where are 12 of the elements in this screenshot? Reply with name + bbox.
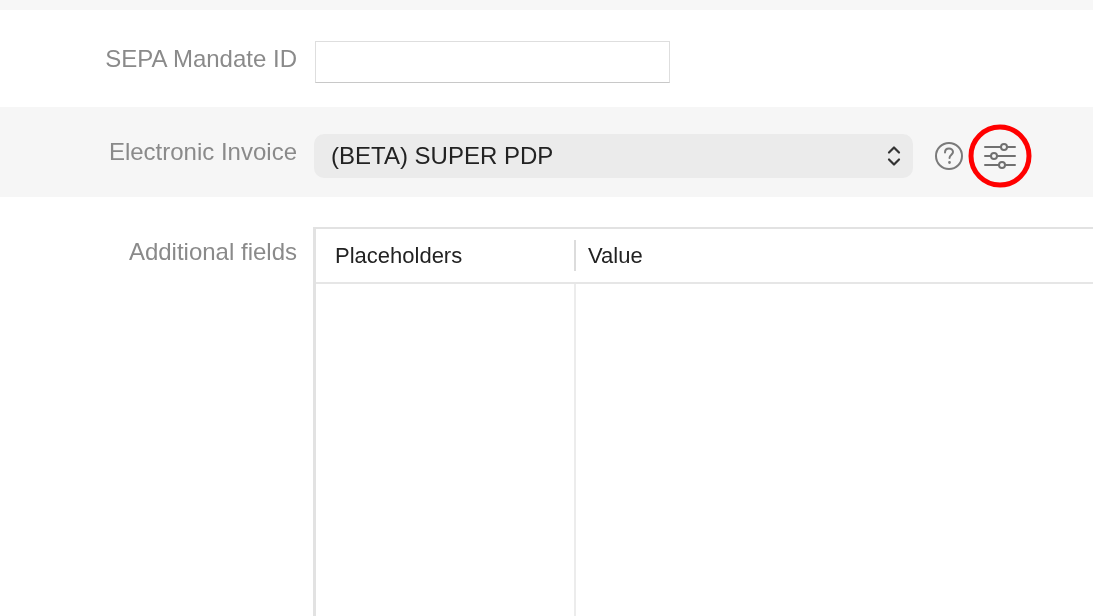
column-header: Placeholders (335, 242, 463, 270)
help-icon (934, 141, 964, 171)
sliders-icon (984, 143, 1016, 169)
sepa-mandate-label: SEPA Mandate ID (105, 43, 297, 74)
electronic-invoice-label: Electronic Invoice (108, 137, 297, 167)
sepa-mandate-input[interactable] (315, 40, 670, 83)
electronic-invoice-select[interactable]: (BETA) SUPER PDP (314, 134, 913, 178)
up-down-chevron-icon (887, 145, 901, 167)
settings-button[interactable] (982, 141, 1018, 171)
help-button[interactable] (934, 141, 964, 171)
additional-fields-label: Additional fields (128, 237, 297, 267)
column-header: Value (588, 242, 643, 270)
